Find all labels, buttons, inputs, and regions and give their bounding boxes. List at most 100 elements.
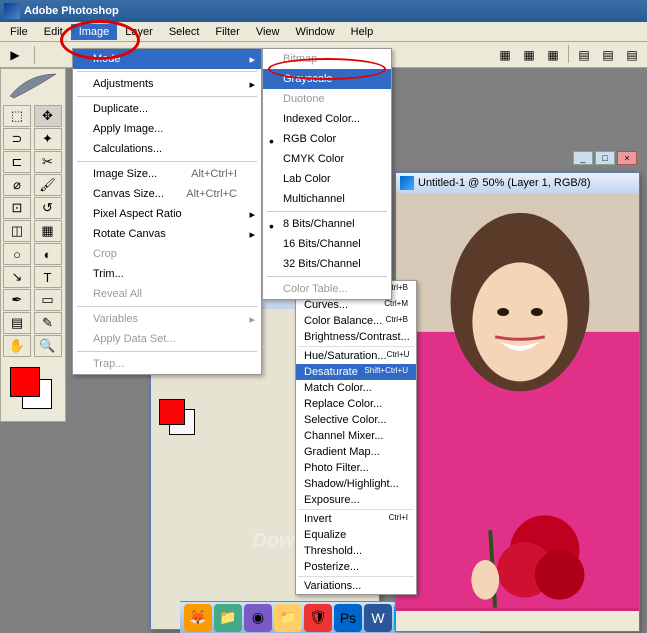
desaturate-item[interactable]: DesaturateShift+Ctrl+U [296,364,416,380]
rotate-canvas-item[interactable]: Rotate Canvas [73,224,261,244]
feather-icon [3,71,63,101]
posterize-item[interactable]: Posterize... [296,559,416,575]
pen-tool[interactable]: ✒ [3,289,31,311]
apply-data-set-item[interactable]: Apply Data Set... [73,329,261,349]
16bit-item[interactable]: 16 Bits/Channel [263,234,391,254]
blur-tool[interactable]: ○ [3,243,31,265]
photo-filter-item[interactable]: Photo Filter... [296,460,416,476]
canvas-size-item[interactable]: Canvas Size...Alt+Ctrl+C [73,184,261,204]
history-brush-tool[interactable]: ↺ [34,197,62,219]
distribute-icon[interactable]: ▤ [597,45,619,65]
menu-help[interactable]: Help [343,24,382,40]
variations-item[interactable]: Variations... [296,578,416,594]
taskbar-icon[interactable]: 🦊 [184,604,212,632]
dodge-tool[interactable]: ◐ [34,243,62,265]
calculations-item[interactable]: Calculations... [73,139,261,159]
crop-tool[interactable]: ⊏ [3,151,31,173]
healing-tool[interactable]: ⌀ [3,174,31,196]
align-icon[interactable]: ▦ [494,45,516,65]
pixel-aspect-item[interactable]: Pixel Aspect Ratio [73,204,261,224]
stamp-tool[interactable]: ⊡ [3,197,31,219]
32bit-item[interactable]: 32 Bits/Channel [263,254,391,274]
multichannel-item[interactable]: Multichannel [263,189,391,209]
trap-item[interactable]: Trap... [73,354,261,374]
align-icon[interactable]: ▦ [542,45,564,65]
menu-filter[interactable]: Filter [207,24,247,40]
taskbar-icon[interactable]: Ps [334,604,362,632]
eraser-tool[interactable]: ◫ [3,220,31,242]
move-tool[interactable]: ✥ [34,105,62,127]
adjustments-item[interactable]: Adjustments [73,74,261,94]
menu-image[interactable]: Image [71,24,118,40]
8bit-item[interactable]: 8 Bits/Channel [263,214,391,234]
lasso-tool[interactable]: ⊃ [3,128,31,150]
taskbar-icon[interactable]: 🛡 [304,604,332,632]
menu-select[interactable]: Select [161,24,208,40]
reveal-all-item[interactable]: Reveal All [73,284,261,304]
brightness-item[interactable]: Brightness/Contrast... [296,329,416,345]
color-balance-item[interactable]: Color Balance...Ctrl+B [296,313,416,329]
distribute-icon[interactable]: ▤ [573,45,595,65]
selective-color-item[interactable]: Selective Color... [296,412,416,428]
apply-image-item[interactable]: Apply Image... [73,119,261,139]
lab-color-item[interactable]: Lab Color [263,169,391,189]
tool-preset-icon[interactable]: ▶ [4,45,26,65]
duotone-item[interactable]: Duotone [263,89,391,109]
slice-tool[interactable]: ✂ [34,151,62,173]
foreground-color[interactable] [10,367,40,397]
menu-edit[interactable]: Edit [36,24,71,40]
grayscale-item[interactable]: Grayscale [263,69,391,89]
type-tool[interactable]: T [34,266,62,288]
channel-mixer-item[interactable]: Channel Mixer... [296,428,416,444]
duplicate-item[interactable]: Duplicate... [73,99,261,119]
wand-tool[interactable]: ✦ [34,128,62,150]
gradient-tool[interactable]: ▦ [34,220,62,242]
indexed-color-item[interactable]: Indexed Color... [263,109,391,129]
taskbar-icon[interactable]: W [364,604,392,632]
exposure-item[interactable]: Exposure... [296,492,416,508]
taskbar-icon[interactable]: 📁 [214,604,242,632]
align-icon[interactable]: ▦ [518,45,540,65]
menu-view[interactable]: View [248,24,288,40]
replace-color-item[interactable]: Replace Color... [296,396,416,412]
menu-bar: File Edit Image Layer Select Filter View… [0,22,647,42]
color-table-item[interactable]: Color Table... [263,279,391,299]
brush-tool[interactable]: 🖌 [34,174,62,196]
mode-submenu: Bitmap Grayscale Duotone Indexed Color..… [262,48,392,300]
taskbar-icon[interactable]: ◉ [244,604,272,632]
cmyk-color-item[interactable]: CMYK Color [263,149,391,169]
match-color-item[interactable]: Match Color... [296,380,416,396]
close-icon[interactable]: × [617,151,637,165]
trim-item[interactable]: Trim... [73,264,261,284]
menu-file[interactable]: File [2,24,36,40]
document-titlebar[interactable]: Untitled-1 @ 50% (Layer 1, RGB/8) [396,173,639,193]
document-window: _ □ × Untitled-1 @ 50% (Layer 1, RGB/8) [395,172,640,632]
variables-item[interactable]: Variables [73,309,261,329]
threshold-item[interactable]: Threshold... [296,543,416,559]
notes-tool[interactable]: ▤ [3,312,31,334]
gradient-map-item[interactable]: Gradient Map... [296,444,416,460]
maximize-icon[interactable]: □ [595,151,615,165]
bitmap-item[interactable]: Bitmap [263,49,391,69]
crop-item[interactable]: Crop [73,244,261,264]
mode-item[interactable]: Mode [73,49,261,69]
color-swatches[interactable] [8,365,58,415]
hand-tool[interactable]: ✋ [3,335,31,357]
zoom-tool[interactable]: 🔍 [34,335,62,357]
minimize-icon[interactable]: _ [573,151,593,165]
distribute-icon[interactable]: ▤ [621,45,643,65]
rgb-color-item[interactable]: RGB Color [263,129,391,149]
hue-item[interactable]: Hue/Saturation...Ctrl+U [296,348,416,364]
taskbar-icon[interactable]: 📁 [274,604,302,632]
menu-window[interactable]: Window [288,24,343,40]
path-tool[interactable]: ↘ [3,266,31,288]
image-size-item[interactable]: Image Size...Alt+Ctrl+I [73,164,261,184]
shadow-highlight-item[interactable]: Shadow/Highlight... [296,476,416,492]
marquee-tool[interactable]: ⬚ [3,105,31,127]
document-canvas[interactable] [396,193,639,611]
eyedropper-tool[interactable]: ✎ [34,312,62,334]
equalize-item[interactable]: Equalize [296,527,416,543]
invert-item[interactable]: InvertCtrl+I [296,511,416,527]
shape-tool[interactable]: ▭ [34,289,62,311]
menu-layer[interactable]: Layer [117,24,161,40]
